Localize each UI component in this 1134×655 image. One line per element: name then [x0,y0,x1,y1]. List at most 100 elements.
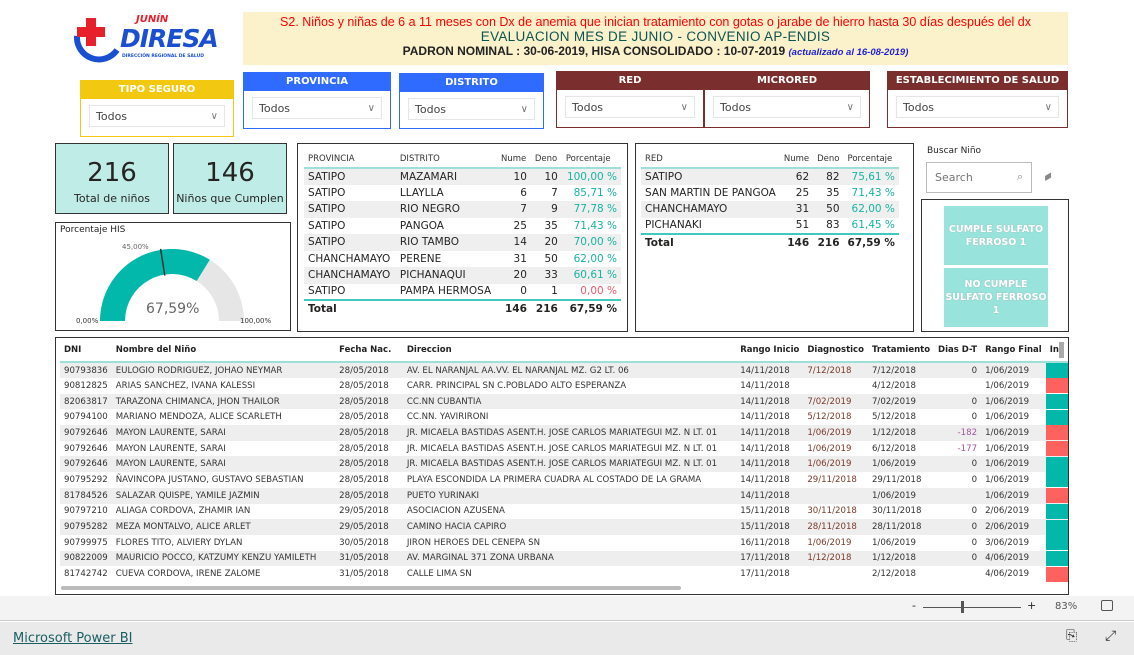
fullscreen-icon[interactable]: ⤢ [1105,628,1116,644]
table-cell: 71,43 % [851,186,895,199]
zoom-slider-thumb[interactable] [960,601,964,613]
microred-dropdown[interactable]: Todos ∨ [713,96,861,118]
table-cell: 28/05/2018 [335,456,403,473]
table-row[interactable]: CHANCHAMAYO 31 50 62,00 % [641,201,899,218]
table-cell: 90795282 [60,519,112,535]
table-row[interactable]: 90812825 ARIAS SANCHEZ, IVANA KALESSI 28/0… [60,378,1068,394]
provincia-dropdown[interactable]: Todos ∨ [252,97,382,119]
table-cell: 77,78 % [561,201,621,218]
table-cell: 25 [795,186,810,199]
table-cell: 4/12/2018 [871,380,917,391]
table-row[interactable]: SATIPO PANGOA 25 35 71,43 % [304,218,621,235]
total-cell: 146 [497,299,531,317]
no-cumple-sulfato-button[interactable]: NO CUMPLE SULFATO FERROSO 1 [944,268,1048,327]
table-cell: ÑAVINCOPA JUSTANO, GUSTAVO SEBASTIAN [115,474,304,485]
total-cell: 67,59 % [843,233,899,251]
search-box[interactable]: ⌕ [926,162,1032,193]
table-row[interactable]: 90793836 EULOGIO RODRIGUEZ, JOHAO NEYMAR 2… [60,362,1068,378]
slicer-tipo-seguro[interactable]: TIPO SEGURO Todos ∨ [80,80,234,137]
table-cell: 2/06/2019 [985,506,1030,517]
table-cell: MARIANO MENDOZA, ALICE SCARLETH [115,412,282,423]
table-row[interactable]: SATIPO PAMPA HERMOSA 0 1 0,00 % [304,284,621,301]
table-cell: 14/11/2018 [740,412,790,423]
search-icon[interactable]: ⌕ [1017,170,1023,184]
table-row[interactable]: 90792646 MAYON LAURENTE, SARAI 28/05/2018 J… [60,456,1068,473]
column-header[interactable]: Diagnostico [803,338,868,363]
red-dropdown[interactable]: Todos ∨ [565,96,695,118]
table-row[interactable]: 81742742 CUEVA CORDOVA, IRENE ZALOME 31/05… [60,566,1068,582]
table-cell: 29/11/2018 [807,474,857,485]
slicer-provincia[interactable]: PROVINCIA Todos ∨ [243,72,391,129]
table-row[interactable]: 90792646 MAYON LAURENTE, SARAI 28/05/2018 J… [60,441,1068,457]
table-row[interactable]: CHANCHAMAYO PERENE 31 50 62,00 % [304,251,621,268]
table-cell: 30/05/2018 [339,537,389,548]
horizontal-scrollbar[interactable] [61,586,681,590]
table-row[interactable]: 82063817 TARAZONA CHIMANCA, JHON THAILOR 2… [60,393,1068,410]
table-cell: ASOCIACION AZUSENA [406,506,505,517]
table-row[interactable]: 90794100 MARIANO MENDOZA, ALICE SCARLETH 2… [60,409,1068,425]
column-header[interactable]: Dias D-T [934,338,982,363]
table-cell: AV. MARGINAL 371 ZONA URBANA [402,550,737,567]
zoom-slider[interactable] [923,607,1021,608]
gauge-porcentaje-his: Porcentaje HIS 45,00% 67,59% 0,00% 100,0… [55,222,291,331]
table-cell: 29/05/2018 [335,519,403,535]
share-icon[interactable]: ⎘ [1066,628,1077,644]
table-cell: 1/06/2019 [871,537,917,548]
table-row[interactable]: 90797210 ALIAGA CORDOVA, ZHAMIR IAN 29/05/… [60,503,1068,520]
table-row[interactable]: 81784526 SALAZAR QUISPE, YAMILE JAZMIN 28/… [60,487,1068,504]
column-header[interactable]: Tratamiento [867,338,935,363]
column-header[interactable]: Inc [1045,338,1068,363]
slicer-microred[interactable]: MICRORED Todos ∨ [704,71,870,128]
zoom-out-button[interactable]: - [912,599,916,612]
gauge-value-label: 67,59% [146,301,200,317]
column-header[interactable]: DNI [60,338,112,363]
chevron-down-icon: ∨ [210,111,218,122]
slicer-distrito[interactable]: DISTRITO Todos ∨ [399,73,544,129]
table-cell: 14/11/2018 [736,393,804,410]
table-cell: 35 [544,219,558,232]
table-cell: 28/05/2018 [339,474,389,485]
logo-text-main: DIRESA [120,24,219,53]
table-cell: 14/11/2018 [740,380,790,391]
table-cell: PICHANAQUI [395,267,498,284]
column-header[interactable]: Direccion [402,338,737,363]
zoom-in-button[interactable]: + [1027,599,1036,612]
table-row[interactable]: CHANCHAMAYO PICHANAQUI 20 33 60,61 % [304,267,621,284]
chevron-down-icon: ∨ [520,104,528,115]
search-input[interactable] [935,171,1011,184]
table-cell: PAMPA HERMOSA [399,285,492,298]
establecimiento-dropdown[interactable]: Todos ∨ [896,96,1059,118]
cumple-sulfato-button[interactable]: CUMPLE SULFATO FERROSO 1 [944,206,1048,265]
table-cell: CC.NN CUBANTIA [402,393,737,410]
table-row[interactable]: PICHANAKI 51 83 61,45 % [641,218,899,235]
fit-to-page-icon[interactable] [1101,600,1113,611]
table-row[interactable]: SATIPO RIO NEGRO 7 9 77,78 % [304,201,621,218]
power-bi-link[interactable]: Microsoft Power BI [13,631,132,646]
vertical-scrollbar[interactable] [1059,342,1064,358]
table-row[interactable]: SATIPO 62 82 75,61 % [641,168,899,185]
indicator-title: S2. Niños y niñas de 6 a 11 meses con Dx… [280,15,1031,29]
eraser-icon[interactable]: ▰ [1040,168,1055,185]
table-row[interactable]: SAN MARTIN DE PANGOA 25 35 71,43 % [641,185,899,202]
column-header[interactable]: Rango Final [981,338,1046,363]
slicer-establecimiento[interactable]: ESTABLECIMIENTO DE SALUD Todos ∨ [887,71,1068,128]
column-header[interactable]: Fecha Nac. [335,338,403,363]
table-row[interactable]: SATIPO RIO TAMBO 14 20 70,00 % [304,234,621,251]
tipo-seguro-dropdown[interactable]: Todos ∨ [89,105,225,127]
status-indicator [1045,362,1068,378]
slicer-red[interactable]: RED Todos ∨ [556,71,704,128]
column-header[interactable]: Nombre del Niño [111,338,336,363]
table-row[interactable]: 90792646 MAYON LAURENTE, SARAI 28/05/2018 J… [60,425,1068,441]
table-row[interactable]: 90795292 ÑAVINCOPA JUSTANO, GUSTAVO SEBAS… [60,472,1068,488]
table-row[interactable]: 90822009 MAURICIO POCCO, KATZUMY KENZU YA… [60,550,1068,567]
table-cell: 71,43 % [573,219,617,232]
table-cell: 83 [826,219,840,232]
table-row[interactable]: 90799975 FLORES TITO, ALVIERY DYLAN 30/05/… [60,535,1068,551]
table-row[interactable]: SATIPO LLAYLLA 6 7 85,71 % [304,185,621,202]
column-header[interactable]: Rango Inicio [736,338,804,363]
distrito-dropdown[interactable]: Todos ∨ [408,98,535,120]
table-row[interactable]: SATIPO MAZAMARI 10 10 100,00 % [304,168,621,185]
table-row[interactable]: 90795282 MEZA MONTALVO, ALICE ARLET 29/05/… [60,519,1068,535]
table-cell: 29/05/2018 [339,506,389,517]
total-cell: Total [641,233,780,251]
